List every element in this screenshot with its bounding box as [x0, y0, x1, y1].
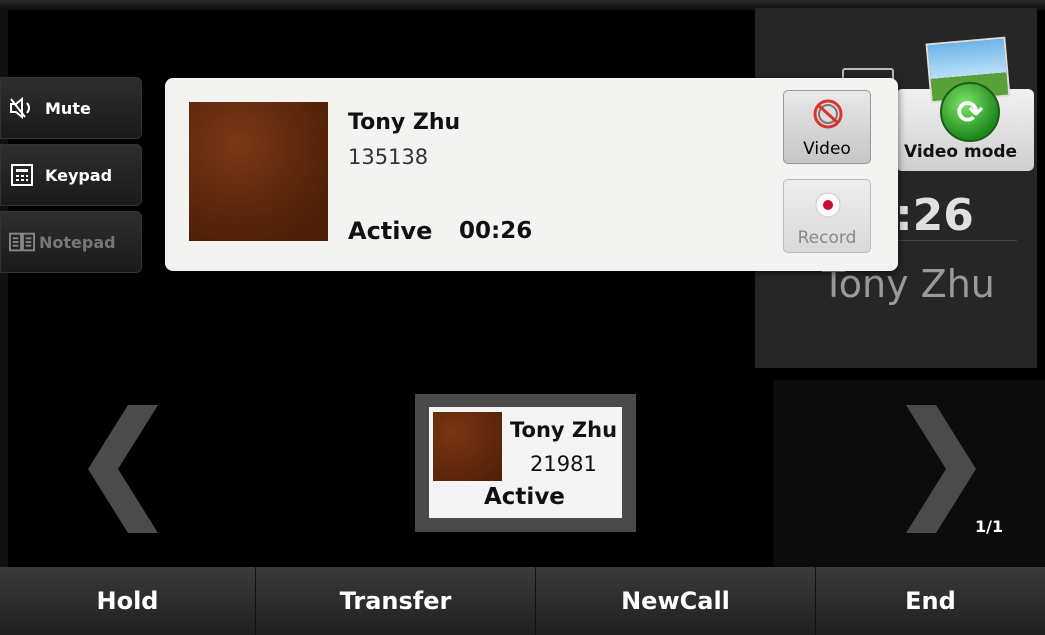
keypad-icon — [9, 162, 35, 188]
hold-softkey[interactable]: Hold — [0, 567, 256, 635]
mute-label: Mute — [45, 98, 91, 118]
call-card-name: Tony Zhu — [510, 418, 618, 442]
mute-button[interactable]: Mute — [0, 77, 142, 139]
transfer-softkey[interactable]: Transfer — [256, 567, 536, 635]
record-button-label: Record — [797, 228, 857, 248]
contact-avatar — [433, 412, 502, 481]
contact-photo — [189, 102, 328, 241]
newcall-softkey[interactable]: NewCall — [536, 567, 816, 635]
video-mode-label: Video mode — [904, 142, 1018, 162]
keypad-label: Keypad — [45, 165, 113, 185]
keypad-button[interactable]: Keypad — [0, 144, 142, 206]
notepad-button[interactable]: Notepad — [0, 211, 142, 273]
notepad-icon — [9, 229, 35, 255]
popup-caller-number: 135138 — [348, 145, 429, 169]
notepad-label: Notepad — [39, 232, 116, 252]
call-card-number: 21981 — [530, 452, 597, 476]
softkey-bar: Hold Transfer NewCall End — [0, 567, 1045, 635]
previous-arrow-icon[interactable] — [88, 405, 158, 533]
popup-caller-name: Tony Zhu — [348, 110, 461, 135]
record-icon — [815, 192, 841, 218]
next-arrow-icon[interactable] — [906, 405, 976, 533]
page-indicator: 1/1 — [975, 517, 1004, 536]
refresh-icon: ⟳ — [940, 82, 1000, 142]
popup-call-duration: 00:26 — [459, 218, 533, 244]
call-timer: :26 — [895, 190, 974, 241]
mute-icon — [9, 95, 35, 121]
video-off-icon — [813, 99, 843, 129]
popup-call-status: Active — [348, 217, 433, 245]
call-card-status: Active — [484, 484, 565, 510]
video-button-label: Video — [803, 139, 851, 159]
video-button[interactable]: Video — [783, 90, 871, 164]
record-button[interactable]: Record — [783, 179, 871, 253]
end-softkey[interactable]: End — [816, 567, 1045, 635]
